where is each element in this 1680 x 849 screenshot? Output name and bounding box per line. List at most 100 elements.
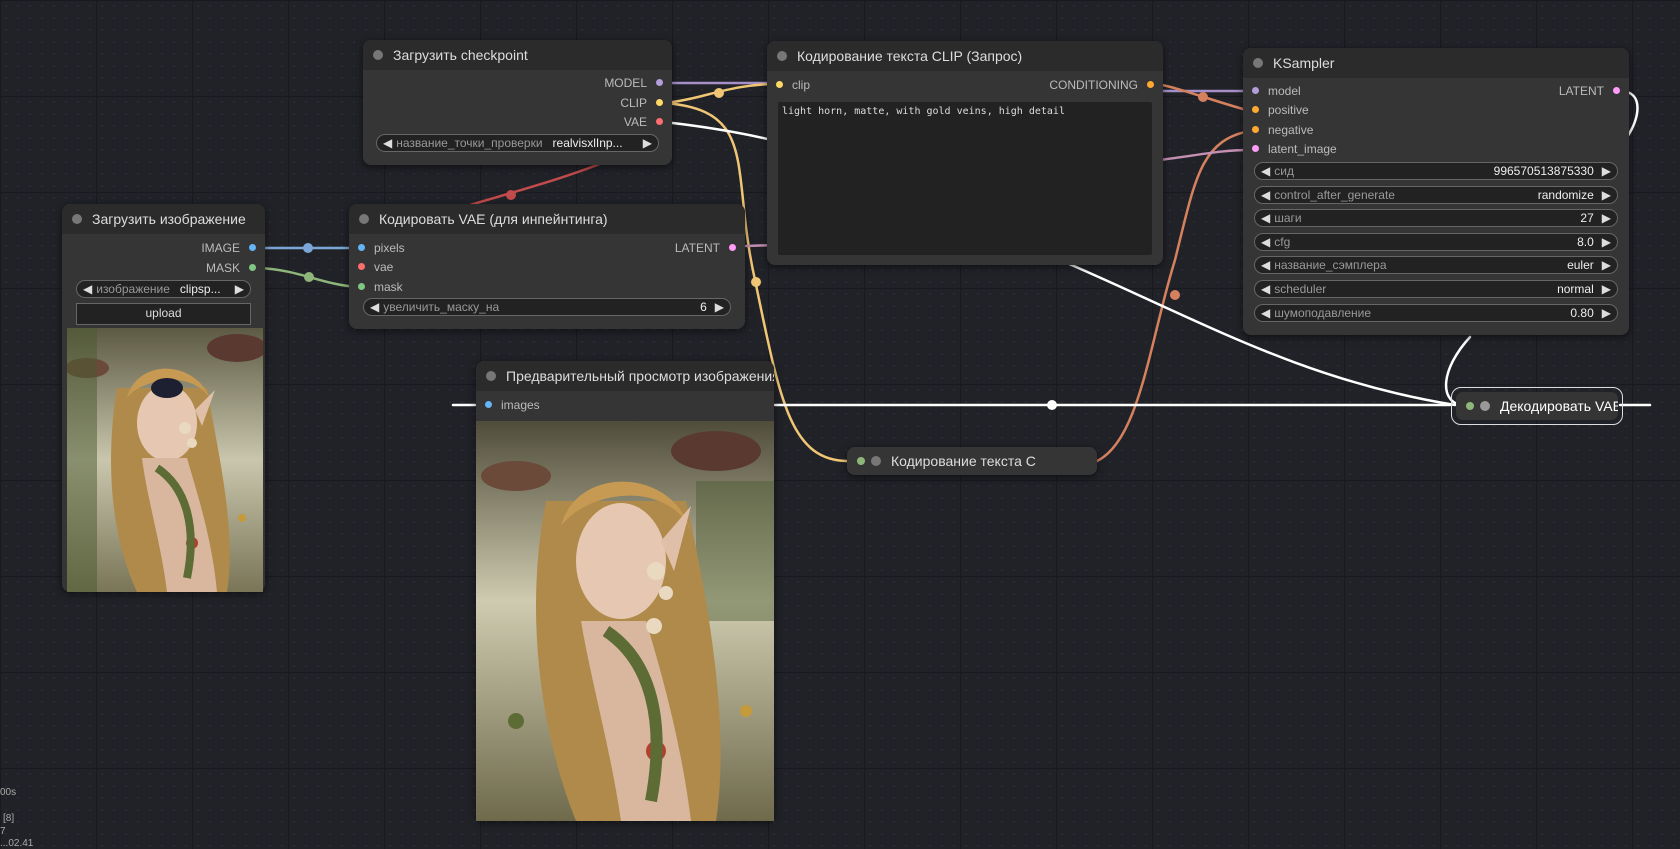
slot-dot[interactable] — [776, 81, 783, 89]
slot-dot[interactable] — [1252, 145, 1259, 153]
input-slot-positive[interactable]: positive — [1252, 102, 1309, 118]
node-ksampler[interactable]: KSampler model positive negative latent_… — [1243, 48, 1629, 335]
arrow-left-icon[interactable]: ◀ — [83, 282, 92, 296]
slot-dot[interactable] — [485, 401, 492, 409]
arrow-right-icon[interactable]: ▶ — [235, 282, 244, 296]
slot-dot[interactable] — [1252, 106, 1259, 114]
slot-dot[interactable] — [249, 244, 256, 252]
arrow-right-icon[interactable]: ▶ — [1602, 235, 1611, 249]
collapse-dot[interactable] — [359, 214, 369, 224]
checkpoint-name-combo[interactable]: ◀ название_точки_проверки realvisxlInp..… — [376, 134, 659, 152]
collapse-dot[interactable] — [1253, 58, 1263, 68]
slot-dot[interactable] — [656, 118, 663, 126]
output-slot-model[interactable]: MODEL — [604, 75, 663, 91]
collapse-dot[interactable] — [777, 51, 787, 61]
slot-dot[interactable] — [656, 99, 663, 107]
node-header[interactable]: Кодирование текста C — [847, 447, 1097, 475]
node-preview-image[interactable]: Предварительный просмотр изображения ima… — [476, 361, 774, 821]
node-header[interactable]: KSampler — [1243, 48, 1629, 78]
arrow-left-icon[interactable]: ◀ — [1261, 188, 1270, 202]
output-slot-latent[interactable]: LATENT — [1559, 83, 1620, 99]
collapse-dot[interactable] — [373, 50, 383, 60]
collapse-dot[interactable] — [72, 214, 82, 224]
node-header[interactable]: Кодировать VAE (для инпейнтинга) — [349, 204, 745, 234]
node-header[interactable]: Загрузить checkpoint — [363, 40, 672, 70]
wire-midpoint[interactable] — [1170, 290, 1180, 300]
slot-dot[interactable] — [358, 244, 365, 252]
arrow-left-icon[interactable]: ◀ — [383, 136, 392, 150]
wire-midpoint[interactable] — [751, 277, 761, 287]
arrow-left-icon[interactable]: ◀ — [1261, 164, 1270, 178]
upload-button[interactable]: upload — [76, 303, 251, 325]
slot-dot[interactable] — [358, 283, 365, 291]
input-slot-pixels[interactable]: pixels — [358, 240, 405, 256]
arrow-left-icon[interactable]: ◀ — [1261, 258, 1270, 272]
output-slot-clip[interactable]: CLIP — [620, 95, 663, 111]
input-dot[interactable] — [857, 457, 865, 465]
image-file-combo[interactable]: ◀ изображение clipsp... ▶ — [76, 280, 251, 298]
output-slot-mask[interactable]: MASK — [206, 260, 256, 276]
arrow-left-icon[interactable]: ◀ — [1261, 282, 1270, 296]
cfg-widget[interactable]: ◀ cfg 8.0 ▶ — [1254, 233, 1618, 251]
node-header[interactable]: Загрузить изображение — [62, 204, 265, 234]
node-load-checkpoint[interactable]: Загрузить checkpoint MODEL CLIP VAE ◀ на… — [363, 40, 672, 165]
input-slot-model[interactable]: model — [1252, 83, 1301, 99]
arrow-right-icon[interactable]: ▶ — [1602, 258, 1611, 272]
arrow-left-icon[interactable]: ◀ — [370, 300, 379, 314]
arrow-right-icon[interactable]: ▶ — [715, 300, 724, 314]
wire-midpoint[interactable] — [303, 243, 313, 253]
slot-dot[interactable] — [249, 264, 256, 272]
arrow-left-icon[interactable]: ◀ — [1261, 211, 1270, 225]
node-load-image[interactable]: Загрузить изображение IMAGE MASK ◀ изобр… — [62, 204, 265, 592]
input-dot[interactable] — [1466, 402, 1474, 410]
node-header[interactable]: Декодировать VAE — [1456, 392, 1618, 420]
input-slot-mask[interactable]: mask — [358, 279, 403, 295]
slot-dot[interactable] — [1252, 126, 1259, 134]
input-slot-latent-image[interactable]: latent_image — [1252, 141, 1337, 157]
collapse-dot[interactable] — [871, 456, 881, 466]
wire-midpoint[interactable] — [1047, 400, 1057, 410]
collapse-dot[interactable] — [1480, 401, 1490, 411]
grow-mask-widget[interactable]: ◀ увеличить_маску_на 6 ▶ — [363, 298, 731, 316]
input-slot-images[interactable]: images — [485, 397, 540, 413]
input-slot-vae[interactable]: vae — [358, 259, 393, 275]
slot-dot[interactable] — [656, 79, 663, 87]
output-slot-conditioning[interactable]: CONDITIONING — [1049, 77, 1154, 93]
node-vae-encode-inpaint[interactable]: Кодировать VAE (для инпейнтинга) pixels … — [349, 204, 745, 329]
prompt-textarea[interactable]: light horn, matte, with gold veins, high… — [778, 102, 1152, 255]
arrow-right-icon[interactable]: ▶ — [1602, 188, 1611, 202]
output-slot-latent[interactable]: LATENT — [675, 240, 736, 256]
slot-dot[interactable] — [1252, 87, 1259, 95]
denoise-widget[interactable]: ◀ шумоподавление 0.80 ▶ — [1254, 304, 1618, 322]
node-clip-text-encode-collapsed[interactable]: Кодирование текста C — [847, 447, 1097, 475]
arrow-right-icon[interactable]: ▶ — [1602, 164, 1611, 178]
node-header[interactable]: Кодирование текста CLIP (Запрос) — [767, 41, 1163, 71]
wire-midpoint[interactable] — [506, 190, 516, 200]
control-after-generate-widget[interactable]: ◀ control_after_generate randomize ▶ — [1254, 186, 1618, 204]
slot-dot[interactable] — [1147, 81, 1154, 89]
collapse-dot[interactable] — [486, 371, 496, 381]
input-slot-clip[interactable]: clip — [776, 77, 810, 93]
slot-dot[interactable] — [1613, 87, 1620, 95]
arrow-left-icon[interactable]: ◀ — [1261, 235, 1270, 249]
slot-dot[interactable] — [358, 263, 365, 271]
arrow-right-icon[interactable]: ▶ — [1602, 282, 1611, 296]
input-slot-negative[interactable]: negative — [1252, 122, 1313, 138]
wire-midpoint[interactable] — [1198, 92, 1208, 102]
wire-midpoint[interactable] — [304, 272, 314, 282]
slot-dot[interactable] — [729, 244, 736, 252]
arrow-left-icon[interactable]: ◀ — [1261, 306, 1270, 320]
output-slot-image[interactable]: IMAGE — [201, 240, 256, 256]
steps-widget[interactable]: ◀ шаги 27 ▶ — [1254, 209, 1618, 227]
seed-widget[interactable]: ◀ сид 996570513875330 ▶ — [1254, 162, 1618, 180]
arrow-right-icon[interactable]: ▶ — [643, 136, 652, 150]
scheduler-widget[interactable]: ◀ scheduler normal ▶ — [1254, 280, 1618, 298]
arrow-right-icon[interactable]: ▶ — [1602, 306, 1611, 320]
node-header[interactable]: Предварительный просмотр изображения — [476, 361, 774, 391]
output-slot-vae[interactable]: VAE — [624, 114, 663, 130]
wire-midpoint[interactable] — [714, 88, 724, 98]
sampler-name-widget[interactable]: ◀ название_сэмплера euler ▶ — [1254, 256, 1618, 274]
node-vae-decode[interactable]: Декодировать VAE — [1451, 387, 1623, 425]
arrow-right-icon[interactable]: ▶ — [1602, 211, 1611, 225]
node-clip-text-encode[interactable]: Кодирование текста CLIP (Запрос) clip CO… — [767, 41, 1163, 265]
